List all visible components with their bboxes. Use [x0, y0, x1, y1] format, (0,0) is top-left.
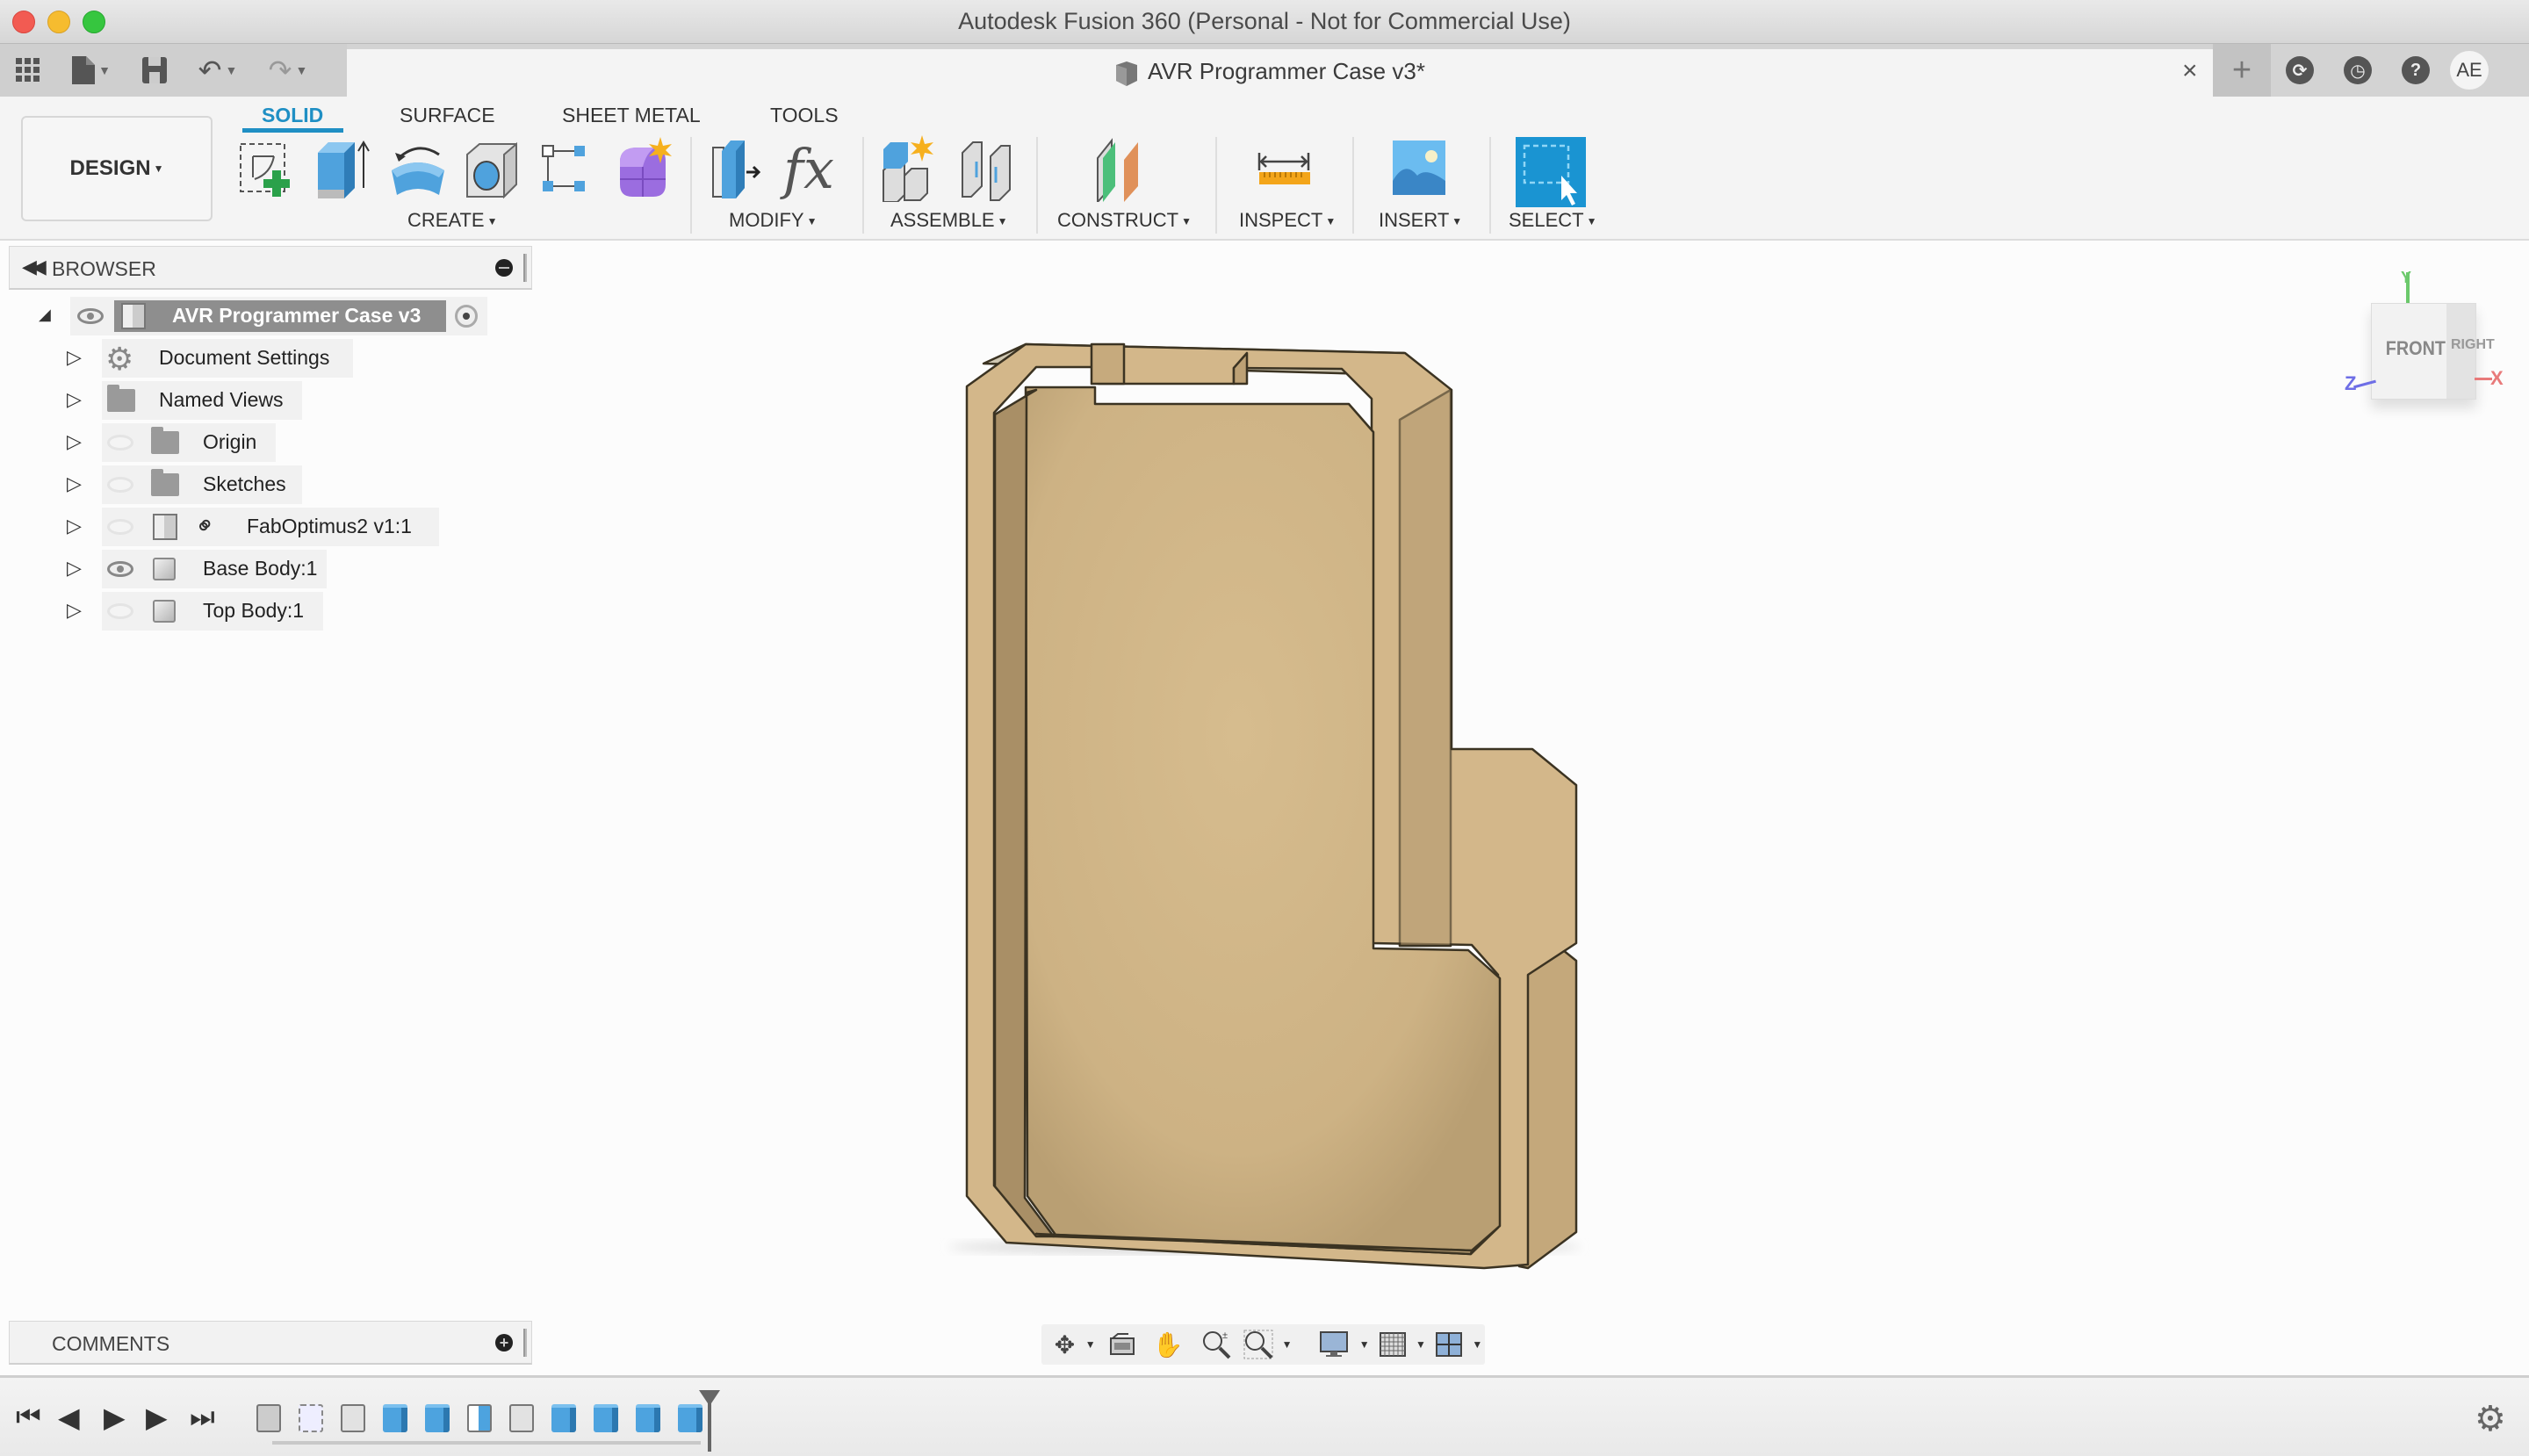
browser-panel-header: ◀◀ BROWSER: [9, 246, 532, 290]
visibility-eye-icon[interactable]: [77, 308, 104, 324]
item-label: Sketches: [203, 472, 286, 495]
item-label: Top Body:1: [203, 599, 305, 622]
view-cube[interactable]: FRONT RIGHT: [2371, 303, 2495, 400]
comments-panel-header[interactable]: COMMENTS +: [9, 1321, 532, 1365]
chevron-down-icon[interactable]: ▼: [1083, 1338, 1098, 1351]
timeline-feature-extrude[interactable]: [678, 1404, 702, 1432]
minimize-panel-icon[interactable]: [495, 259, 513, 277]
expand-triangle-icon[interactable]: ▷: [67, 430, 82, 453]
timeline-feature-extrude[interactable]: [383, 1404, 407, 1432]
expand-triangle-icon[interactable]: ▷: [67, 472, 82, 495]
viewports-icon[interactable]: [1432, 1327, 1466, 1362]
timeline-feature-sketch-plane[interactable]: [467, 1404, 492, 1432]
fit-icon[interactable]: [1242, 1327, 1276, 1362]
y-axis-label: Y: [2401, 269, 2412, 286]
item-label: Base Body:1: [203, 557, 318, 580]
component-icon: [121, 303, 146, 329]
timeline-feature-extrude[interactable]: [425, 1404, 450, 1432]
folder-icon: [151, 427, 179, 454]
item-label: Named Views: [159, 388, 284, 411]
viewport-canvas[interactable]: [0, 0, 2529, 1456]
body-icon: [153, 600, 176, 623]
timeline-feature-body[interactable]: [509, 1404, 534, 1432]
collapse-triangle-icon[interactable]: ◢: [39, 306, 51, 324]
browser-root-label: AVR Programmer Case v3: [172, 304, 422, 327]
grid-icon[interactable]: [1375, 1327, 1409, 1362]
item-label: Origin: [203, 430, 257, 453]
view-cube-right-face[interactable]: RIGHT: [2451, 337, 2495, 353]
x-axis-line: [2475, 378, 2492, 380]
visibility-eye-icon[interactable]: [107, 561, 133, 577]
z-axis-label: Z: [2345, 372, 2357, 394]
timeline-feature-body[interactable]: [341, 1404, 365, 1432]
timeline-marker-handle[interactable]: [699, 1390, 720, 1452]
chevron-down-icon[interactable]: ▼: [1279, 1338, 1294, 1351]
model-notch-left: [1090, 342, 1126, 386]
expand-triangle-icon[interactable]: ▷: [67, 515, 82, 537]
comments-title: COMMENTS: [52, 1332, 170, 1355]
item-label: Document Settings: [159, 346, 330, 369]
expand-triangle-icon[interactable]: ▷: [67, 599, 82, 622]
orbit-icon[interactable]: ✥: [1050, 1327, 1079, 1362]
expand-triangle-icon[interactable]: ▷: [67, 346, 82, 369]
timeline-feature-extrude[interactable]: [551, 1404, 576, 1432]
timeline-last-button[interactable]: ⏭: [190, 1401, 215, 1434]
look-at-icon[interactable]: [1101, 1327, 1142, 1362]
gear-icon: ⚙: [105, 341, 134, 377]
item-label: FabOptimus2 v1:1: [247, 515, 412, 537]
activate-component-radio[interactable]: [455, 305, 478, 328]
timeline-first-button[interactable]: ⏮: [16, 1401, 41, 1434]
timeline-feature-extrude[interactable]: [636, 1404, 660, 1432]
panel-resize-handle[interactable]: [523, 254, 527, 282]
chevron-down-icon[interactable]: ▼: [1413, 1338, 1428, 1351]
hidden-eye-icon[interactable]: [107, 519, 133, 535]
collapse-panel-icon[interactable]: ◀◀: [22, 256, 47, 278]
svg-text:±: ±: [1222, 1330, 1228, 1341]
timeline: ⏮ ◀ ▶ ▶ ⏭ ⚙: [0, 1375, 2529, 1456]
timeline-previous-button[interactable]: ◀: [58, 1401, 80, 1434]
zoom-icon[interactable]: ±: [1194, 1327, 1238, 1362]
expand-triangle-icon[interactable]: ▷: [67, 388, 82, 411]
navigation-bar: ✥ ▼ ✋ ± ▼ ▼ ▼ ▼: [1041, 1324, 1485, 1365]
timeline-play-button[interactable]: ▶: [104, 1401, 126, 1434]
view-cube-front-face[interactable]: FRONT: [2386, 337, 2446, 360]
component-icon: [153, 514, 177, 540]
hidden-eye-icon[interactable]: [107, 477, 133, 493]
timeline-settings-gear-icon[interactable]: ⚙: [2475, 1399, 2506, 1439]
folder-icon: [151, 469, 179, 496]
browser-title: BROWSER: [52, 257, 156, 280]
timeline-rail: [272, 1441, 701, 1445]
pan-icon[interactable]: ✋: [1146, 1327, 1190, 1362]
expand-triangle-icon[interactable]: ▷: [67, 557, 82, 580]
chevron-down-icon[interactable]: ▼: [1357, 1338, 1372, 1351]
timeline-feature-sketch[interactable]: [299, 1404, 323, 1432]
hidden-eye-icon[interactable]: [107, 603, 133, 619]
x-axis-label: X: [2490, 367, 2504, 389]
chevron-down-icon[interactable]: ▼: [1470, 1338, 1485, 1351]
panel-resize-handle[interactable]: [523, 1329, 527, 1357]
timeline-feature-link[interactable]: [256, 1404, 281, 1432]
timeline-next-button[interactable]: ▶: [146, 1401, 168, 1434]
model-case-base-body[interactable]: [948, 342, 1581, 1270]
timeline-feature-extrude[interactable]: [594, 1404, 618, 1432]
folder-icon: [107, 385, 135, 412]
display-settings-icon[interactable]: [1314, 1327, 1353, 1362]
add-comment-icon[interactable]: +: [495, 1334, 513, 1351]
model-inner-right-wall: [1398, 388, 1452, 948]
body-icon: [153, 558, 176, 580]
hidden-eye-icon[interactable]: [107, 435, 133, 450]
